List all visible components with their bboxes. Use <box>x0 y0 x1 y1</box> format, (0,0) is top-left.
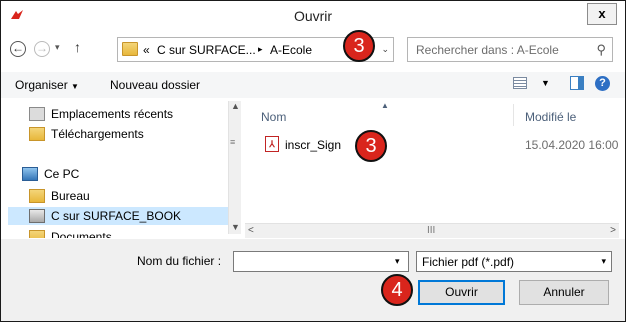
sidebar-item-recent-places[interactable]: Emplacements récents <box>8 105 234 123</box>
toolbar: Organiser ▼ Nouveau dossier ▼ ? <box>1 72 625 98</box>
organise-button[interactable]: Organiser ▼ <box>15 78 79 92</box>
organise-label: Organiser <box>15 78 68 92</box>
back-button[interactable]: ← <box>10 41 26 57</box>
filename-dropdown-icon[interactable]: ▾ <box>395 256 400 267</box>
folder-icon <box>29 230 45 238</box>
search-placeholder: Rechercher dans : A-Ecole <box>416 43 559 57</box>
help-icon[interactable]: ? <box>595 76 610 91</box>
breadcrumb-separator[interactable]: ▸ <box>258 44 263 55</box>
organise-dropdown-arrow: ▼ <box>71 82 79 91</box>
sidebar-item-label: Ce PC <box>44 167 80 181</box>
sidebar-item-label: Emplacements récents <box>51 107 174 121</box>
preview-pane-icon[interactable] <box>570 76 584 90</box>
sidebar-item-label: Téléchargements <box>51 127 144 141</box>
sidebar-item-label: Documents <box>51 230 112 238</box>
breadcrumb-folder[interactable]: A-Ecole <box>270 43 312 57</box>
callout-badge: 3 <box>355 130 387 162</box>
filename-input[interactable] <box>233 251 409 272</box>
pc-icon <box>22 167 38 181</box>
close-button[interactable]: x <box>587 3 617 25</box>
search-icon[interactable]: ⚲ <box>596 42 606 58</box>
scroll-up-arrow[interactable]: ▲ <box>231 101 240 111</box>
sidebar-item-downloads[interactable]: Téléchargements <box>8 125 234 143</box>
file-row[interactable]: ⅄ inscr_Sign 15.04.2020 16:00 <box>247 135 619 155</box>
dialog-footer: Nom du fichier : ▾ Fichier pdf (*.pdf) ▾… <box>1 239 625 321</box>
title-bar: Ouvrir x <box>1 1 625 31</box>
column-header-name[interactable]: Nom <box>261 110 286 124</box>
up-button[interactable]: ↑ <box>74 39 81 55</box>
views-dropdown-icon[interactable]: ▼ <box>541 78 550 88</box>
open-file-dialog: Ouvrir x ← → ▾ ↑ « C sur SURFACE... ▸ A-… <box>0 0 626 322</box>
cancel-button[interactable]: Annuler <box>519 280 609 305</box>
filename-label: Nom du fichier : <box>137 254 222 268</box>
pdf-icon: ⅄ <box>265 136 279 152</box>
file-list: ▲ Nom Modifié le ⅄ inscr_Sign 15.04.2020… <box>247 101 619 223</box>
new-folder-button[interactable]: Nouveau dossier <box>110 78 200 92</box>
sidebar-item-this-pc[interactable]: Ce PC <box>8 165 234 183</box>
recent-places-icon <box>29 107 45 121</box>
address-dropdown[interactable]: ⌄ <box>381 44 389 55</box>
scroll-down-arrow[interactable]: ▼ <box>231 222 240 232</box>
views-icon[interactable] <box>513 77 527 89</box>
file-modified-date: 15.04.2020 16:00 <box>525 138 619 152</box>
address-chevrons[interactable]: « <box>143 43 150 57</box>
window-title: Ouvrir <box>293 8 333 24</box>
drive-icon <box>29 209 45 223</box>
file-type-dropdown-icon: ▾ <box>601 256 606 266</box>
scroll-left-arrow[interactable]: < <box>248 225 254 236</box>
file-type-value: Fichier pdf (*.pdf) <box>422 255 515 269</box>
sort-indicator-icon: ▲ <box>381 101 389 110</box>
column-header-modified[interactable]: Modifié le <box>525 110 576 124</box>
file-name[interactable]: inscr_Sign <box>285 138 341 152</box>
search-input[interactable]: Rechercher dans : A-Ecole ⚲ <box>407 37 613 62</box>
sidebar-item-desktop[interactable]: Bureau <box>8 187 234 205</box>
sidebar-item-label: Bureau <box>51 189 90 203</box>
folder-icon <box>122 42 138 56</box>
callout-badge: 4 <box>381 274 413 306</box>
downloads-icon <box>29 127 45 141</box>
callout-badge: 3 <box>343 30 375 62</box>
recent-locations-dropdown[interactable]: ▾ <box>55 42 60 53</box>
file-type-select[interactable]: Fichier pdf (*.pdf) ▾ <box>416 251 612 272</box>
navigation-pane: Emplacements récents Téléchargements Ce … <box>8 101 241 238</box>
nav-pane-scrollbar[interactable]: ▲ ≡ ▼ <box>228 101 241 234</box>
sidebar-item-c-drive[interactable]: C sur SURFACE_BOOK <box>8 207 234 225</box>
file-list-horizontal-scrollbar[interactable]: < III > <box>245 223 619 238</box>
scroll-right-arrow[interactable]: > <box>610 225 616 236</box>
column-divider[interactable] <box>513 104 514 126</box>
scroll-thumb[interactable]: III <box>427 225 435 236</box>
forward-button[interactable]: → <box>34 41 50 57</box>
open-button[interactable]: Ouvrir <box>418 280 505 305</box>
breadcrumb-drive[interactable]: C sur SURFACE... <box>157 43 256 57</box>
sidebar-item-documents[interactable]: Documents <box>8 228 234 238</box>
sidebar-item-label: C sur SURFACE_BOOK <box>51 209 182 223</box>
scroll-thumb[interactable]: ≡ <box>230 137 235 147</box>
folder-icon <box>29 189 45 203</box>
